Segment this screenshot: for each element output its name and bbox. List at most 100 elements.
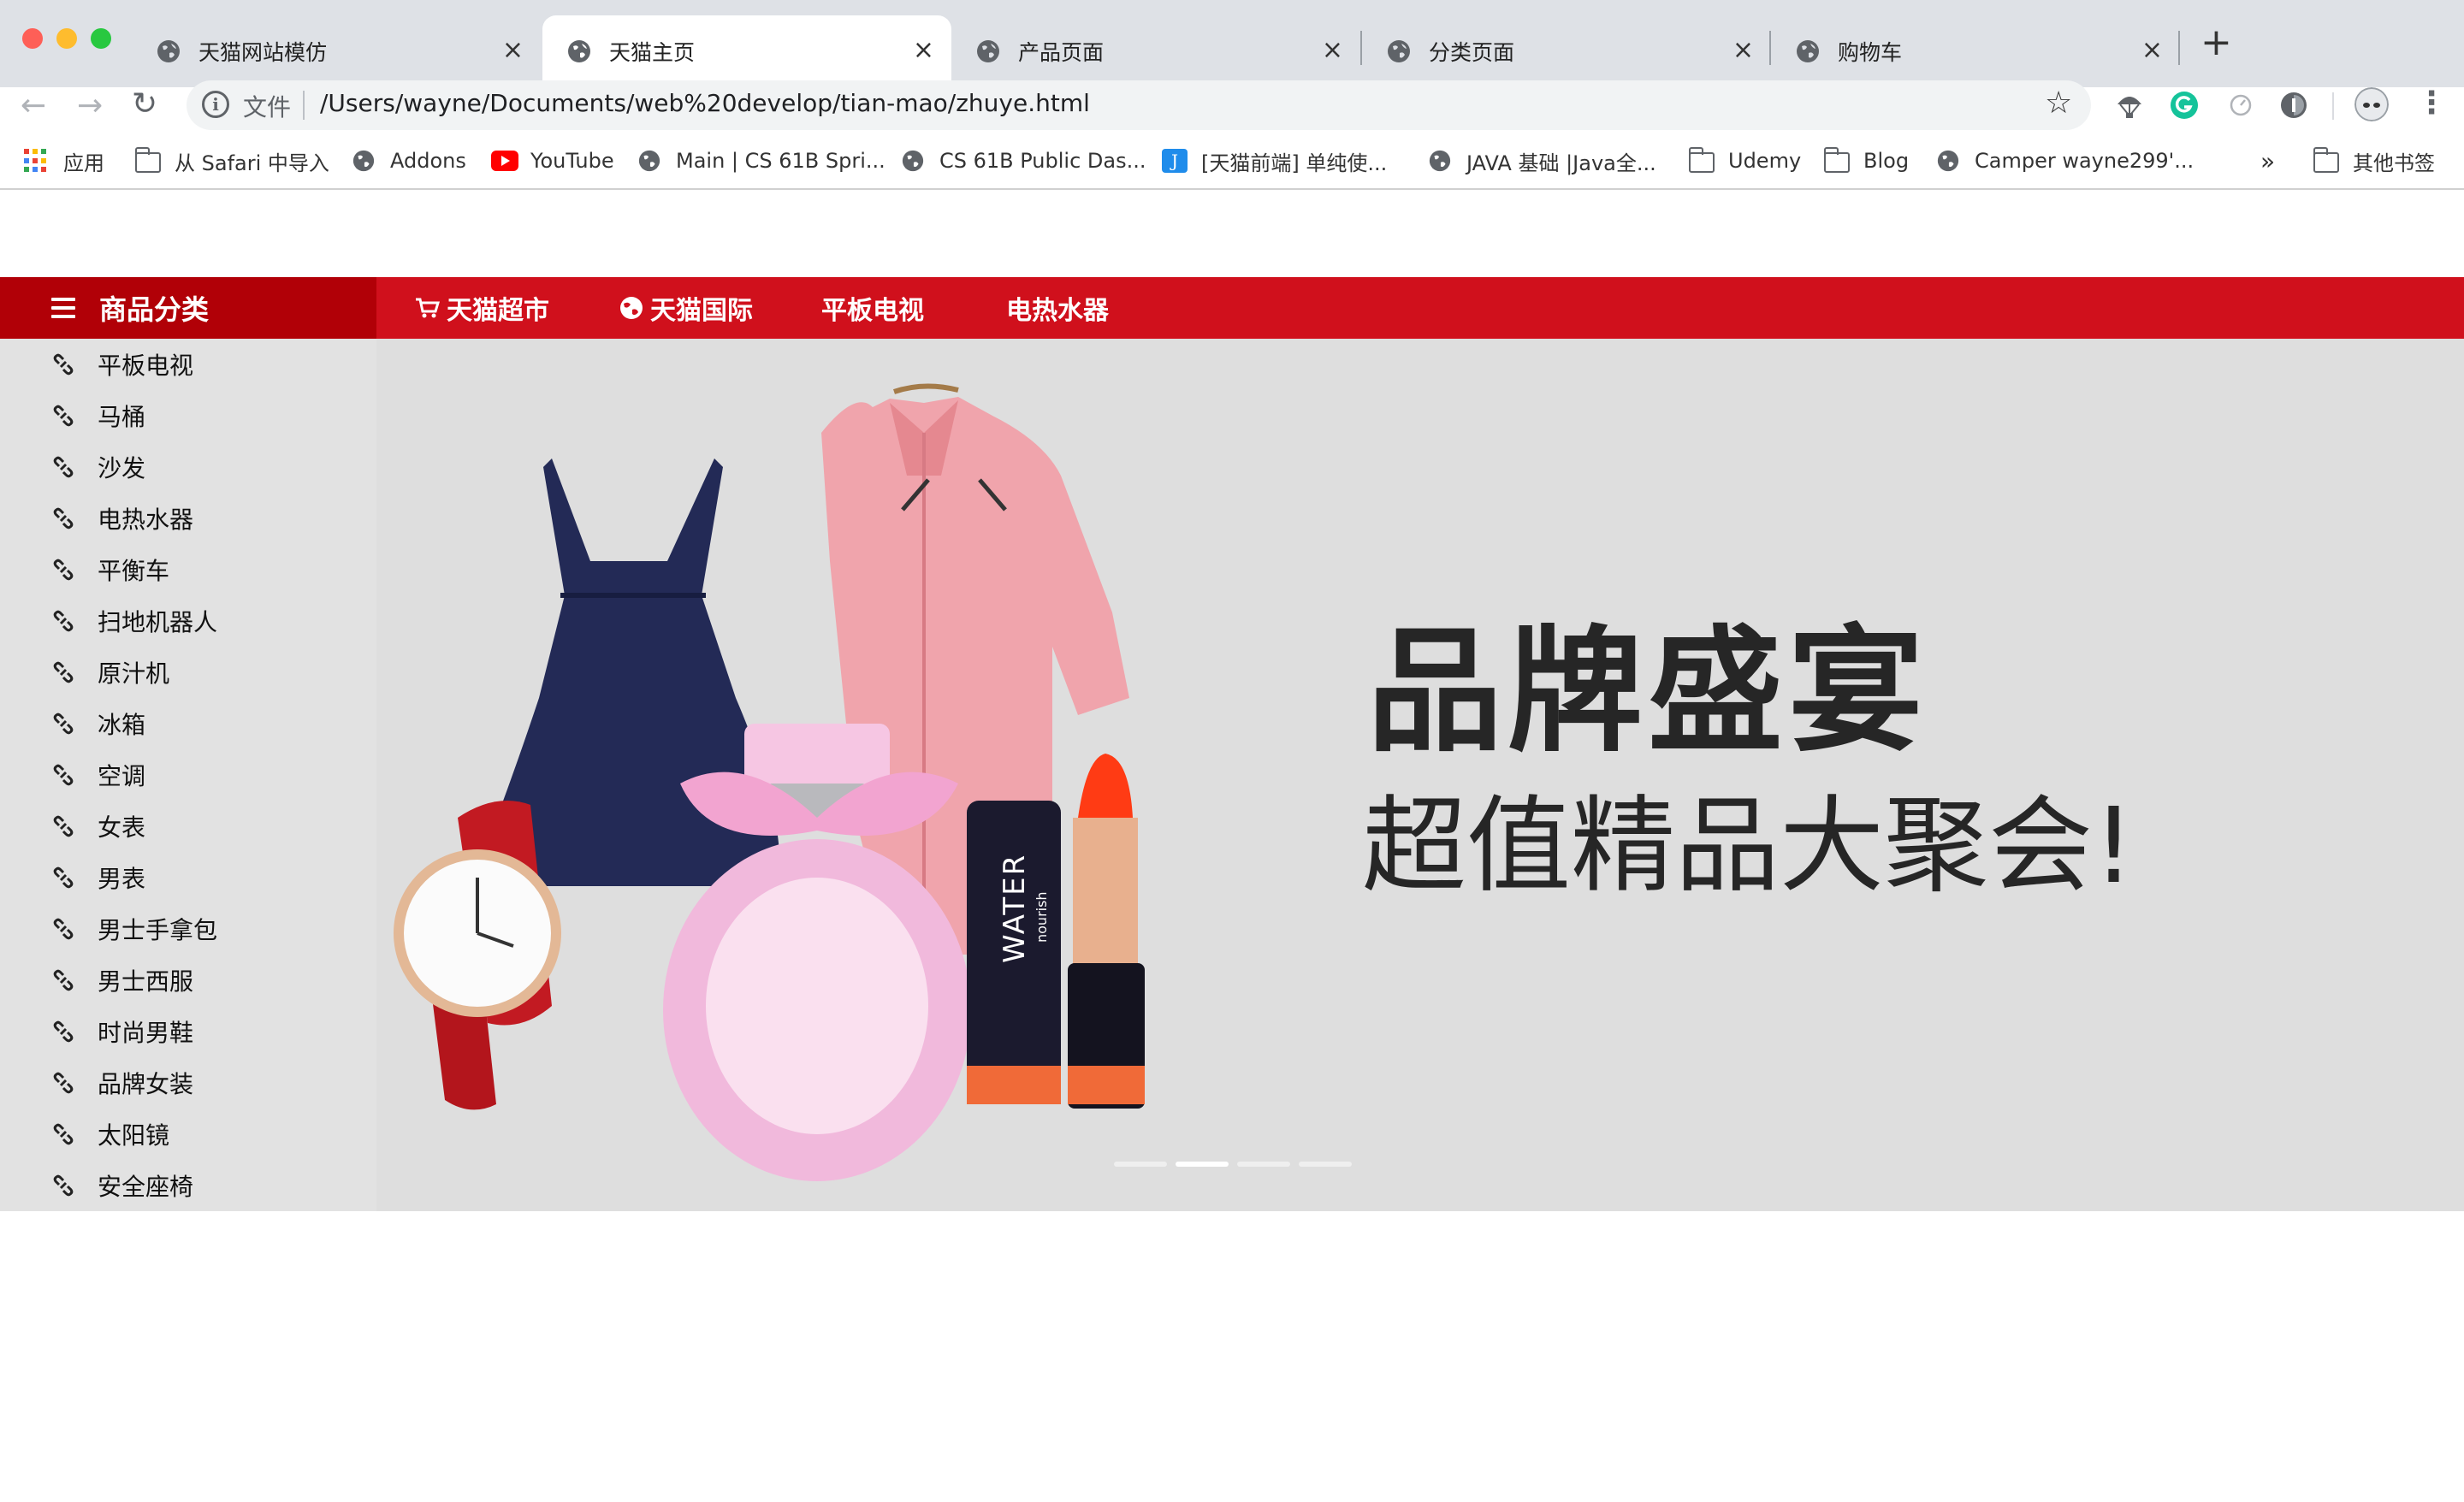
- extension-parachute-icon[interactable]: [2115, 91, 2144, 120]
- sidebar-item-label: 品牌女装: [98, 1070, 194, 1098]
- globe-icon: [157, 40, 180, 62]
- nav-link-tv[interactable]: 平板电视: [821, 289, 924, 327]
- tab-close-icon[interactable]: ×: [502, 38, 524, 63]
- tab-close-icon[interactable]: ×: [2141, 38, 2163, 63]
- sidebar-item[interactable]: 电热水器: [51, 501, 193, 535]
- forward-button[interactable]: →: [77, 89, 103, 123]
- sidebar-item[interactable]: 男士西服: [51, 963, 193, 997]
- bookmark-item[interactable]: CS 61B Public Das...: [900, 145, 1146, 176]
- sidebar-item[interactable]: 平板电视: [51, 347, 193, 381]
- sidebar-item-label: 马桶: [98, 403, 146, 431]
- bookmark-label: JAVA 基础 |Java全...: [1466, 151, 1656, 175]
- sidebar-item[interactable]: 女表: [51, 809, 145, 843]
- carousel-dot[interactable]: [1237, 1162, 1290, 1167]
- bookmark-item[interactable]: J [天猫前端] 单纯使...: [1162, 145, 1387, 176]
- nav-link-label: 天猫国际: [650, 296, 753, 326]
- nav-link-international[interactable]: 天猫国际: [619, 289, 753, 327]
- nav-link-water-heater[interactable]: 电热水器: [1006, 289, 1109, 327]
- sidebar-item[interactable]: 空调: [51, 758, 145, 792]
- bookmark-apps[interactable]: 应用: [24, 145, 104, 176]
- bookmark-label: Addons: [390, 149, 466, 173]
- link-icon: [51, 558, 75, 582]
- sidebar-item[interactable]: 冰箱: [51, 707, 145, 741]
- bookmark-item[interactable]: Addons: [351, 145, 466, 176]
- sidebar-item[interactable]: 马桶: [51, 399, 145, 433]
- bookmark-item[interactable]: YouTube: [491, 145, 614, 176]
- tab-separator: [2178, 31, 2180, 65]
- banner-headline: 品牌盛宴: [1367, 613, 1928, 771]
- back-button[interactable]: ←: [21, 89, 46, 123]
- sidebar-item[interactable]: 时尚男鞋: [51, 1014, 193, 1049]
- window-minimize-button[interactable]: [56, 28, 77, 49]
- globe-icon: [352, 150, 375, 172]
- link-icon: [51, 404, 75, 428]
- folder-icon: [1688, 147, 1715, 173]
- youtube-icon: [491, 151, 518, 171]
- link-icon: [51, 968, 75, 992]
- nav-link-supermarket[interactable]: 天猫超市: [414, 289, 549, 327]
- sidebar-item[interactable]: 原汁机: [51, 655, 169, 689]
- category-header-title: 商品分类: [99, 293, 210, 326]
- link-icon: [51, 660, 75, 684]
- browser-tab-active[interactable]: 天猫主页 ×: [542, 15, 951, 87]
- browser-tab[interactable]: 分类页面 ×: [1362, 15, 1771, 87]
- extension-shield-icon[interactable]: [2279, 91, 2308, 120]
- sidebar-item[interactable]: 平衡车: [51, 553, 169, 587]
- sidebar-item[interactable]: 安全座椅: [51, 1168, 193, 1203]
- sidebar-item[interactable]: 扫地机器人: [51, 604, 217, 638]
- grammarly-icon[interactable]: [2170, 91, 2199, 120]
- menu-icon: [51, 298, 75, 318]
- tab-close-icon[interactable]: ×: [1732, 38, 1754, 63]
- other-bookmarks-folder[interactable]: 其他书签: [2313, 145, 2435, 176]
- sidebar-item[interactable]: 男表: [51, 860, 145, 895]
- bookmark-folder[interactable]: Blog: [1823, 145, 1909, 176]
- profile-avatar[interactable]: [2354, 87, 2389, 121]
- bookmark-label: [天猫前端] 单纯使...: [1201, 151, 1388, 175]
- sidebar-item-label: 冰箱: [98, 711, 146, 739]
- sidebar-item[interactable]: 沙发: [51, 450, 145, 484]
- site-info-icon[interactable]: i: [202, 91, 229, 118]
- sidebar-item-label: 平衡车: [98, 557, 170, 585]
- window-zoom-button[interactable]: [91, 28, 111, 49]
- scheme-label: 文件: [243, 93, 292, 121]
- sidebar-item[interactable]: 品牌女装: [51, 1066, 193, 1100]
- sidebar-item-label: 男表: [98, 865, 146, 893]
- tab-close-icon[interactable]: ×: [913, 38, 934, 63]
- carousel-dot-active[interactable]: [1176, 1162, 1229, 1167]
- link-icon: [51, 866, 75, 890]
- folder-icon: [2313, 147, 2339, 173]
- bookmark-item[interactable]: Camper wayne299'...: [1935, 145, 2194, 176]
- tab-close-icon[interactable]: ×: [1322, 38, 1343, 63]
- sidebar-item[interactable]: 太阳镜: [51, 1117, 169, 1151]
- product-label-nourish: nourish: [1034, 891, 1050, 943]
- window-close-button[interactable]: [22, 28, 43, 49]
- bookmark-item[interactable]: Main | CS 61B Spri...: [637, 145, 886, 176]
- globe-icon: [620, 297, 643, 319]
- bookmark-item[interactable]: JAVA 基础 |Java全...: [1427, 145, 1656, 176]
- browser-tab[interactable]: 产品页面 ×: [951, 15, 1360, 87]
- bookmark-folder[interactable]: 从 Safari 中导入: [134, 145, 329, 176]
- bookmarks-overflow-button[interactable]: »: [2260, 145, 2275, 176]
- tab-title: 天猫网站模仿: [198, 40, 328, 65]
- bookmark-label: 其他书签: [2353, 151, 2435, 175]
- bookmark-star-icon[interactable]: ☆: [2045, 86, 2072, 121]
- browser-menu-icon[interactable]: ⋮: [2416, 86, 2447, 121]
- sidebar-item-label: 女表: [98, 813, 146, 842]
- link-icon: [51, 1071, 75, 1095]
- omnibox-divider: [303, 91, 305, 120]
- url-text[interactable]: /Users/wayne/Documents/web%20develop/tia…: [320, 89, 1090, 117]
- category-header[interactable]: 商品分类: [0, 277, 376, 339]
- carousel-dot[interactable]: [1299, 1162, 1352, 1167]
- link-icon: [51, 1122, 75, 1146]
- browser-tab[interactable]: 天猫网站模仿 ×: [132, 15, 541, 87]
- link-icon: [51, 609, 75, 633]
- extension-gauge-icon[interactable]: [2226, 91, 2255, 120]
- carousel-dot[interactable]: [1114, 1162, 1167, 1167]
- sidebar-item[interactable]: 男士手拿包: [51, 912, 217, 946]
- cart-icon: [416, 298, 440, 318]
- new-tab-button[interactable]: +: [2200, 24, 2232, 62]
- bookmark-folder[interactable]: Udemy: [1688, 145, 1801, 176]
- reload-button[interactable]: ↻: [132, 87, 157, 121]
- sidebar-item-label: 时尚男鞋: [98, 1019, 194, 1047]
- browser-tab[interactable]: 购物车 ×: [1771, 15, 2180, 87]
